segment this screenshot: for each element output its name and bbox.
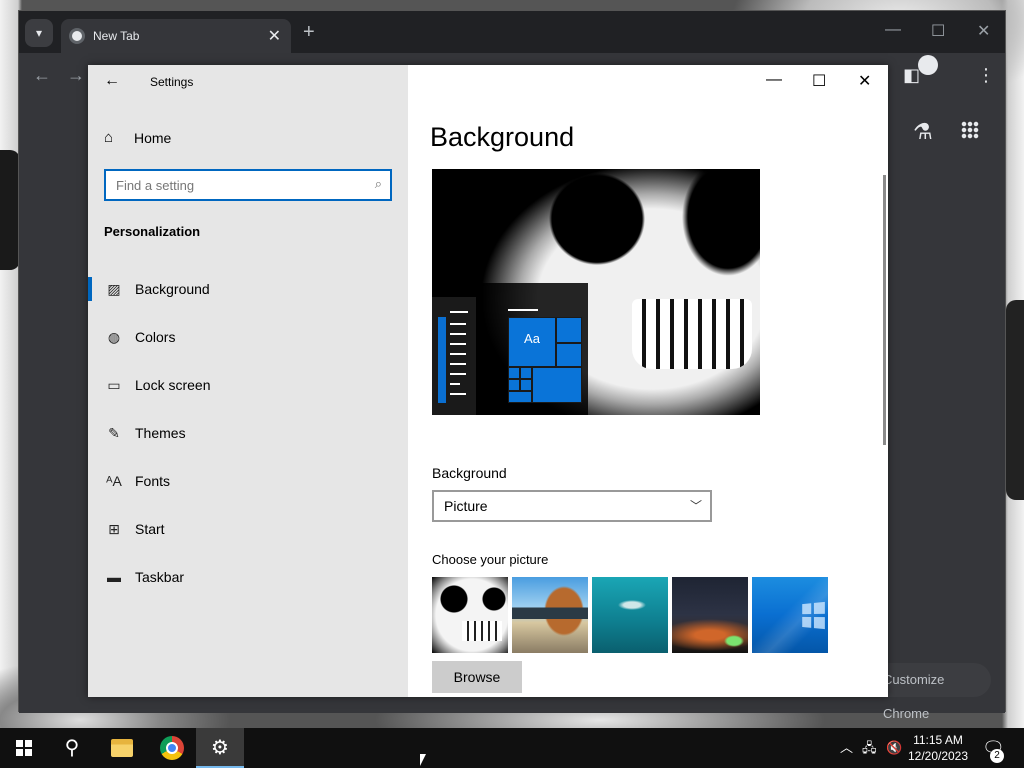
dropdown-value: Picture — [444, 498, 488, 514]
picture-thumbnail[interactable] — [432, 577, 508, 653]
choose-picture-label: Choose your picture — [432, 552, 549, 567]
background-label: Background — [432, 465, 507, 481]
chrome-tab-title: New Tab — [93, 29, 140, 43]
preview-start-menu — [432, 297, 476, 415]
show-hidden-icons-icon[interactable]: ︿ — [840, 728, 853, 768]
preview-header-line — [508, 309, 538, 311]
start-icon: ⊞ — [108, 520, 120, 537]
personalization-nav: ▨ Background ◍ Colors ▭ Lock screen ✎ Th… — [88, 265, 408, 601]
chrome-favicon-icon — [69, 28, 85, 44]
sidebar-item-label: Themes — [135, 425, 186, 441]
home-label: Home — [134, 129, 172, 146]
picture-thumbnail[interactable] — [752, 577, 828, 653]
windows-logo-icon — [802, 601, 826, 631]
sidebar-item-taskbar[interactable]: ▬ Taskbar — [88, 553, 408, 601]
start-button[interactable] — [0, 728, 48, 768]
profile-avatar-icon[interactable] — [918, 55, 938, 75]
picture-thumbnail[interactable] — [592, 577, 668, 653]
forward-arrow-icon[interactable]: → — [67, 65, 85, 86]
labs-flask-icon[interactable]: ⚗ — [913, 119, 933, 145]
clock[interactable]: 11:15 AM 12/20/2023 — [906, 732, 970, 764]
browse-button[interactable]: Browse — [432, 661, 522, 693]
back-arrow-icon[interactable]: ← — [104, 72, 120, 90]
notification-badge: 2 — [990, 749, 1004, 763]
window-title: Settings — [150, 75, 194, 89]
taskbar: ⚲ ⚙ ︿ 🖧 🔇 11:15 AM 12/20/2023 🗨 2 — [0, 728, 1024, 768]
chrome-taskbar-button[interactable] — [148, 728, 196, 768]
home-nav-item[interactable]: ⌂ Home — [104, 129, 171, 146]
sidebar-item-lock-screen[interactable]: ▭ Lock screen — [88, 361, 408, 409]
settings-search[interactable]: ⌕ — [104, 169, 392, 201]
folder-icon — [111, 739, 133, 757]
preview-wallpaper-detail — [632, 299, 752, 369]
sidebar-item-fonts[interactable]: ᴬA Fonts — [88, 457, 408, 505]
sidebar-item-label: Start — [135, 521, 165, 537]
chrome-minimize-icon[interactable]: — — [885, 21, 901, 39]
search-icon: ⚲ — [64, 737, 80, 759]
sidebar-item-label: Lock screen — [135, 377, 211, 393]
preview-tile-aa: Aa — [508, 317, 556, 367]
picture-thumbnails — [432, 577, 828, 653]
search-icon: ⌕ — [374, 176, 382, 191]
mouse-cursor-icon — [420, 754, 426, 766]
background-preview: Aa — [432, 169, 760, 415]
themes-icon: ✎ — [108, 424, 120, 441]
settings-window: ← Settings ⌂ Home ⌕ Personalization ▨ Ba… — [88, 65, 888, 697]
chevron-down-icon: ﹀ — [689, 499, 702, 513]
network-icon[interactable]: 🖧 — [862, 728, 877, 768]
home-icon: ⌂ — [104, 129, 114, 146]
fonts-icon: ᴬA — [106, 473, 122, 489]
sidebar-item-background[interactable]: ▨ Background — [88, 265, 408, 313]
settings-taskbar-button[interactable]: ⚙ — [196, 728, 244, 768]
maximize-icon[interactable]: ☐ — [812, 71, 826, 91]
sidebar-item-colors[interactable]: ◍ Colors — [88, 313, 408, 361]
background-type-dropdown[interactable]: Picture ﹀ — [432, 490, 712, 522]
picture-thumbnail[interactable] — [512, 577, 588, 653]
palette-icon: ◍ — [107, 328, 121, 345]
new-tab-button[interactable]: + — [303, 21, 315, 44]
search-input[interactable] — [106, 171, 356, 199]
lock-screen-icon: ▭ — [107, 376, 121, 393]
chrome-tab[interactable]: New Tab ✕ — [61, 19, 291, 53]
tab-search-button[interactable]: ▾ — [25, 19, 53, 47]
volume-muted-icon[interactable]: 🔇 — [886, 728, 902, 768]
page-title: Background — [430, 122, 575, 152]
gear-icon: ⚙ — [211, 737, 229, 759]
windows-start-icon — [16, 740, 32, 756]
picture-icon: ▨ — [107, 280, 121, 297]
sidebar-item-label: Taskbar — [135, 569, 185, 585]
sidebar-item-label: Background — [135, 281, 210, 297]
chrome-close-icon[interactable]: ✕ — [977, 21, 990, 41]
wallpaper-shape — [1006, 300, 1024, 500]
sidebar-item-start[interactable]: ⊞ Start — [88, 505, 408, 553]
customize-chrome-button[interactable]: Customize Chrome — [871, 663, 991, 721]
clock-date: 12/20/2023 — [907, 749, 969, 763]
chrome-tabstrip: ▾ New Tab ✕ + — ☐ ✕ — [19, 11, 1005, 53]
close-icon[interactable]: ✕ — [858, 71, 871, 91]
back-arrow-icon[interactable]: ← — [33, 65, 51, 86]
search-button[interactable]: ⚲ — [48, 728, 96, 768]
preview-tiles: Aa — [508, 317, 582, 403]
picture-thumbnail[interactable] — [672, 577, 748, 653]
clock-time: 11:15 AM — [913, 733, 963, 747]
taskbar-icon: ▬ — [107, 569, 121, 585]
chrome-menu-icon[interactable]: ⋮ — [977, 65, 995, 86]
minimize-icon[interactable]: — — [766, 71, 782, 89]
google-apps-icon[interactable] — [961, 121, 979, 139]
scrollbar[interactable] — [883, 175, 886, 445]
sidebar-item-label: Colors — [135, 329, 176, 345]
sidebar-item-themes[interactable]: ✎ Themes — [88, 409, 408, 457]
section-title: Personalization — [104, 224, 201, 239]
sidebar-item-label: Fonts — [135, 473, 171, 489]
side-panel-icon[interactable]: ◧ — [903, 65, 920, 86]
chrome-icon — [160, 736, 184, 760]
tab-close-icon[interactable]: ✕ — [268, 26, 281, 46]
settings-content: — ☐ ✕ Background Aa Background Picture ﹀… — [408, 65, 888, 697]
settings-sidebar: ← Settings ⌂ Home ⌕ Personalization ▨ Ba… — [88, 65, 408, 697]
wallpaper-shape — [0, 150, 20, 270]
file-explorer-button[interactable] — [98, 728, 146, 768]
chrome-maximize-icon[interactable]: ☐ — [931, 21, 945, 41]
